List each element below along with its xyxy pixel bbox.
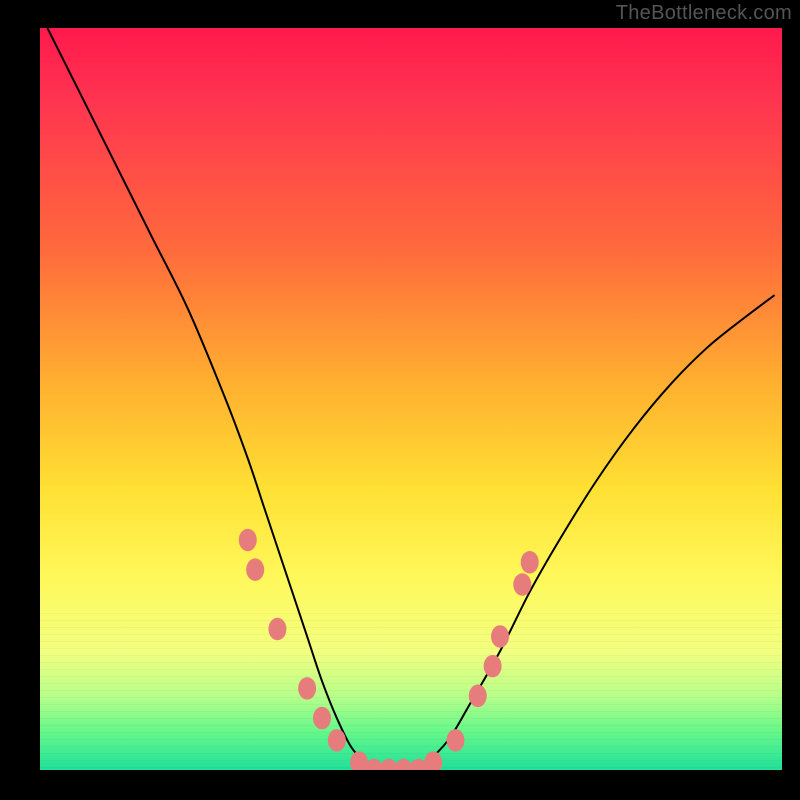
curve-marker [298,677,316,700]
curve-marker [469,685,487,708]
chart-frame: TheBottleneck.com [0,0,800,800]
watermark-text: TheBottleneck.com [616,2,792,25]
curve-marker [239,529,257,552]
curve-marker [491,625,509,648]
curve-marker [424,751,442,770]
curve-marker [513,573,531,596]
curve-marker [521,551,539,574]
curve-marker [268,618,286,641]
bottleneck-curve-line [47,28,774,770]
chart-svg [40,28,782,770]
plot-area [40,28,782,770]
curve-marker [484,655,502,678]
curve-marker [328,729,346,752]
curve-marker [447,729,465,752]
curve-marker [246,558,264,581]
curve-marker [313,707,331,730]
